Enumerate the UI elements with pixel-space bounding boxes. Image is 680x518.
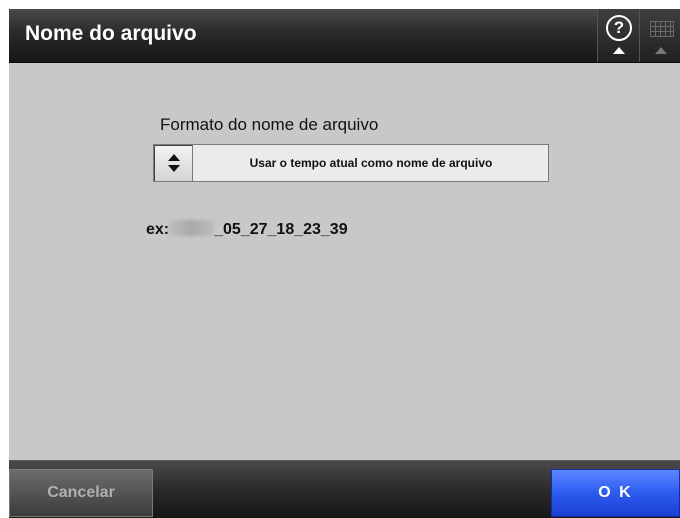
ok-button[interactable]: O K	[551, 469, 680, 517]
question-circle-icon: ?	[606, 15, 632, 41]
example-suffix: _05_27_18_23_39	[214, 221, 348, 238]
expand-up-icon	[655, 47, 667, 54]
title-bar: Nome do arquivo ?	[9, 9, 680, 63]
window-title: Nome do arquivo	[25, 22, 197, 45]
keyboard-icon	[650, 21, 674, 37]
cancel-button[interactable]: Cancelar	[9, 469, 153, 517]
main-content: Formato do nome de arquivo Usar o tempo …	[9, 63, 680, 460]
filename-example: ex: _05_27_18_23_39	[146, 220, 348, 239]
filename-format-select[interactable]: Usar o tempo atual como nome de arquivo	[153, 144, 549, 182]
up-down-arrows-icon[interactable]	[154, 145, 193, 181]
format-label: Formato do nome de arquivo	[160, 115, 379, 134]
example-prefix: ex:	[146, 221, 170, 238]
blurred-text	[169, 220, 215, 236]
select-value: Usar o tempo atual como nome de arquivo	[249, 156, 493, 170]
dialog-window: Nome do arquivo ? Formato do nome de arq…	[9, 9, 680, 518]
expand-up-icon	[613, 47, 625, 54]
help-button[interactable]: ?	[597, 9, 639, 62]
keyboard-button[interactable]	[639, 9, 680, 62]
bottom-bar: Cancelar O K	[9, 460, 680, 518]
